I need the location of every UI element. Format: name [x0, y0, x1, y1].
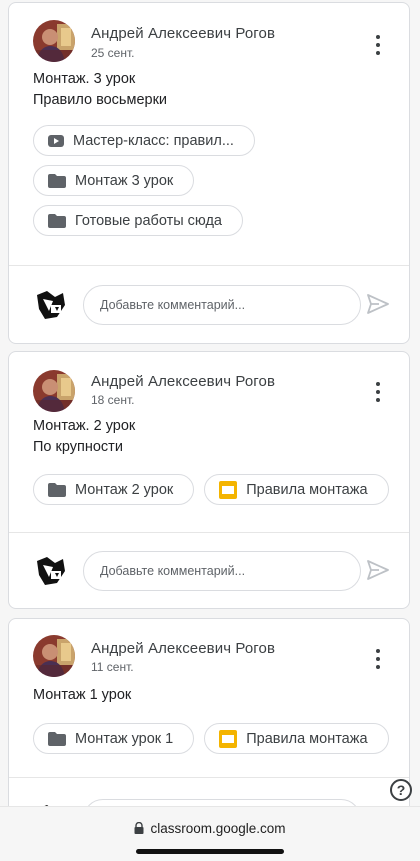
user-avatar[interactable] [33, 287, 69, 323]
post-date: 11 сент. [91, 660, 134, 674]
author-name: Андрей Алексеевич Рогов [91, 25, 276, 42]
slides-icon [219, 480, 238, 499]
comment-input[interactable] [83, 551, 361, 591]
folder-icon [48, 482, 66, 497]
comment-input[interactable] [83, 285, 361, 325]
attachment-chip[interactable]: Правила монтажа [204, 474, 389, 505]
send-icon[interactable] [367, 560, 389, 585]
folder-icon [48, 731, 66, 746]
post-text: Монтаж 1 урок [9, 679, 409, 706]
author-name: Андрей Алексеевич Рогов [91, 373, 276, 390]
divider [9, 532, 409, 533]
more-options-icon[interactable] [375, 35, 381, 55]
attachment-chip[interactable]: Монтаж урок 1 [33, 723, 195, 754]
help-button[interactable]: ? [390, 779, 412, 801]
folder-icon [48, 213, 66, 228]
author-name: Андрей Алексеевич Рогов [91, 640, 276, 657]
attachment-chip[interactable]: Готовые работы сюда [33, 205, 243, 236]
divider [9, 265, 409, 266]
post-text-line: Монтаж. 2 урок [33, 418, 136, 434]
post-text: Монтаж. 3 урок Правило восьмерки [9, 65, 409, 111]
author-avatar[interactable] [33, 20, 75, 62]
post-card: Андрей Алексеевич Рогов 18 сент. Монтаж.… [8, 351, 410, 609]
url-text: classroom.google.com [150, 821, 286, 836]
youtube-icon [48, 134, 64, 147]
more-options-icon[interactable] [375, 649, 381, 669]
comment-row [9, 275, 409, 335]
author-avatar[interactable] [33, 370, 75, 412]
attachments: Монтаж урок 1 Правила монтажа [9, 706, 409, 754]
attachment-chip[interactable]: Правила монтажа [204, 723, 389, 754]
browser-address-bar: classroom.google.com [0, 806, 420, 861]
user-avatar[interactable] [33, 553, 69, 589]
post-header: Андрей Алексеевич Рогов 11 сент. [9, 619, 409, 679]
post-text-line: Монтаж 1 урок [33, 687, 132, 703]
folder-icon [48, 173, 66, 188]
attachment-label: Мастер-класс: правил... [73, 132, 234, 149]
classroom-stream: Андрей Алексеевич Рогов 25 сент. Монтаж.… [0, 0, 420, 861]
slides-icon [219, 729, 238, 748]
post-card: Андрей Алексеевич Рогов 25 сент. Монтаж.… [8, 2, 410, 344]
attachments: Монтаж 2 урок Правила монтажа [9, 458, 409, 505]
attachment-label: Правила монтажа [246, 730, 368, 747]
divider [9, 777, 409, 778]
post-text-line: Правило восьмерки [33, 92, 168, 108]
attachment-chip[interactable]: Мастер-класс: правил... [33, 125, 255, 156]
more-options-icon[interactable] [375, 382, 381, 402]
post-text: Монтаж. 2 урок По крупности [9, 412, 409, 458]
post-header: Андрей Алексеевич Рогов 18 сент. [9, 352, 409, 412]
attachments: Мастер-класс: правил... Монтаж 3 урок Го… [9, 111, 409, 236]
lock-icon [134, 821, 144, 837]
post-text-line: Монтаж. 3 урок [33, 71, 136, 87]
post-date: 25 сент. [91, 46, 135, 60]
post-header: Андрей Алексеевич Рогов 25 сент. [9, 3, 409, 65]
post-text-line: По крупности [33, 439, 123, 455]
attachment-chip[interactable]: Монтаж 3 урок [33, 165, 195, 196]
post-date: 18 сент. [91, 393, 135, 407]
author-avatar[interactable] [33, 635, 75, 677]
comment-row [9, 541, 409, 601]
attachment-label: Монтаж 2 урок [75, 481, 174, 498]
send-icon[interactable] [367, 294, 389, 319]
attachment-label: Монтаж урок 1 [75, 730, 174, 747]
home-indicator[interactable] [136, 849, 284, 854]
attachment-label: Готовые работы сюда [75, 212, 222, 229]
url-field[interactable]: classroom.google.com [0, 821, 420, 837]
attachment-chip[interactable]: Монтаж 2 урок [33, 474, 195, 505]
attachment-label: Правила монтажа [246, 481, 368, 498]
attachment-label: Монтаж 3 урок [75, 172, 174, 189]
